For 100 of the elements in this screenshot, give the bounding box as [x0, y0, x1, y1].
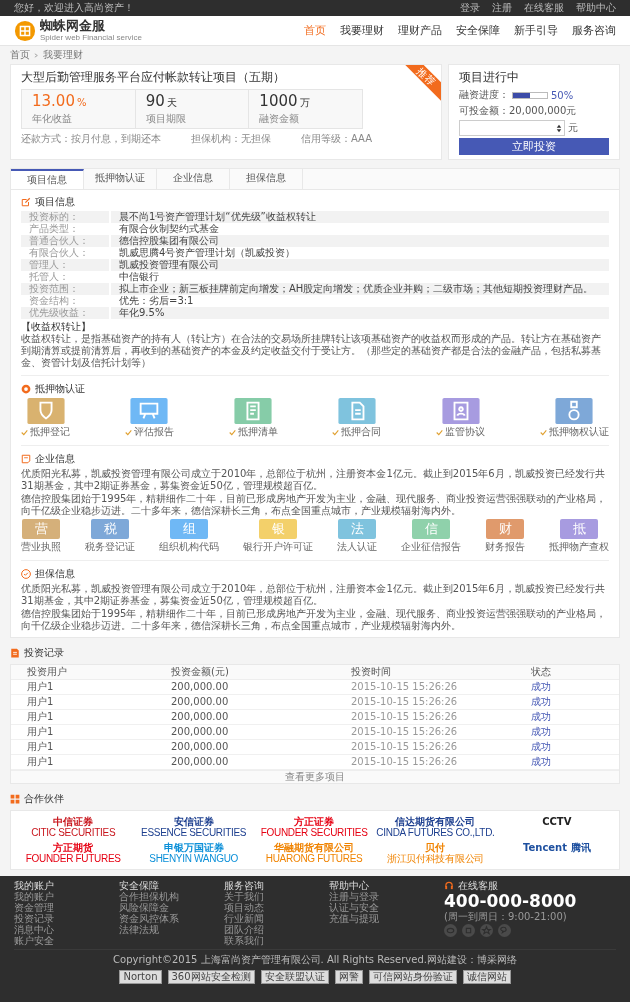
pledge-label: 抵押物权认证 — [549, 425, 609, 439]
project-meta: 信用等级：AAA — [301, 132, 373, 146]
table-cell-text: 2015-10-15 15:26:26 — [351, 725, 459, 739]
footer-link[interactable]: 认证与安全 — [329, 902, 424, 913]
tab[interactable]: 企业信息 — [157, 169, 230, 189]
pledge-label: 抵押合同 — [341, 425, 382, 439]
nav-item[interactable]: 新手引导 — [514, 23, 558, 38]
table-cell-text: 2015-10-15 15:26:26 — [351, 680, 459, 694]
footer-link[interactable]: 关于我们 — [224, 891, 319, 902]
invest-button[interactable]: 立即投资 — [459, 138, 609, 155]
footer-link[interactable]: 团队介绍 — [224, 924, 319, 935]
info-value: 晨不尚1号资产管理计划“优先级”收益权转让 — [118, 211, 317, 223]
top-link[interactable]: 注册 — [492, 1, 512, 15]
table-cell-text: 2015-10-15 15:26:26 — [351, 710, 459, 724]
info-value: 有限合伙制契约式基金 — [118, 223, 220, 235]
spinner-icon[interactable] — [556, 122, 562, 134]
status-link[interactable]: 成功 — [531, 680, 603, 694]
logo-name[interactable]: 蜘蛛网金服 — [40, 19, 142, 33]
footer-link[interactable]: 资金风控体系 — [119, 913, 214, 924]
project-title: 大型后勤管理服务平台应付帐款转让项目（五期） — [21, 69, 285, 86]
footer-link[interactable]: 合作担保机构 — [119, 891, 214, 902]
status-link[interactable]: 成功 — [531, 755, 603, 769]
license-tile: 信 — [412, 519, 450, 539]
footer-link[interactable]: 投资记录 — [14, 913, 109, 924]
footer-heading: 服务咨询 — [224, 880, 265, 891]
info-value: 德信控股集团有限公司 — [118, 235, 220, 247]
top-link[interactable]: 在线客服 — [524, 1, 564, 15]
top-link[interactable]: 登录 — [460, 1, 480, 15]
footer-link[interactable]: 账户安全 — [14, 935, 109, 946]
column-header: 投资时间 — [351, 665, 392, 679]
footer-link[interactable]: 充值与提现 — [329, 913, 424, 924]
footer-link[interactable]: 法律法规 — [119, 924, 214, 935]
phone-number: 400-000-8000 — [444, 891, 578, 911]
breadcrumb-link[interactable]: 我要理财 — [43, 48, 83, 62]
footer-link[interactable]: 项目动态 — [224, 902, 319, 913]
license-label: 抵押物产查权 — [549, 540, 609, 554]
footer-heading: 帮助中心 — [329, 880, 370, 891]
trust-badge[interactable]: 360网站安全检测 — [167, 970, 255, 984]
table-cell-text: 2015-10-15 15:26:26 — [351, 695, 459, 709]
partner-logo[interactable]: 安信证券 ESSENCE SECURITIES — [135, 816, 252, 838]
trust-badge[interactable]: 可信网站身份验证 — [368, 970, 457, 984]
partner-logo[interactable]: 中信证券 CITIC SECURITIES — [15, 816, 132, 838]
trust-badge[interactable]: Norton — [119, 970, 162, 984]
footer-link[interactable]: 风险保障金 — [119, 902, 214, 913]
section-title: 企业信息 — [35, 452, 75, 466]
stat-label: 融资金额 — [259, 112, 301, 126]
info-label: 优先级收益： — [21, 307, 111, 319]
social-icon[interactable] — [480, 924, 493, 937]
footer-link[interactable]: 消息中心 — [14, 924, 109, 935]
trust-badge[interactable]: 诚信网站 — [462, 970, 511, 984]
table-cell-text: 200,000.00 — [171, 725, 230, 739]
partner-logo[interactable]: 方正期货 FOUNDER FUTURES — [15, 842, 132, 864]
footer-link[interactable]: 我的账户 — [14, 891, 109, 902]
license-tile: 组 — [170, 519, 208, 539]
check-icon — [21, 428, 28, 436]
breadcrumb-link[interactable]: 首页 — [10, 48, 30, 62]
progress-label: 融资进度： — [459, 88, 509, 102]
guarantee-paragraph: 优质阳光私募，凯威投资管理有限公司成立于2010年，总部位于杭州，注册资本金1亿元。截止到2015年6月，凯威投资已经发行共31期基金，其中2期证券基金，募集资金近50亿，管理规模超百亿。 — [21, 583, 606, 607]
table-cell-text: 200,000.00 — [171, 695, 230, 709]
license-tile: 银 — [259, 519, 297, 539]
status-link[interactable]: 成功 — [531, 725, 603, 739]
info-label: 普通合伙人： — [21, 235, 111, 247]
social-icon[interactable] — [498, 924, 511, 937]
logo-icon[interactable] — [14, 19, 36, 42]
nav-item[interactable]: 我要理财 — [340, 23, 384, 38]
partner-logo[interactable]: 方正证券 FOUNDER SECURITIES — [255, 816, 373, 838]
status-link[interactable]: 成功 — [531, 695, 603, 709]
nav-item[interactable]: 安全保障 — [456, 23, 500, 38]
footer-link[interactable]: 行业新闻 — [224, 913, 319, 924]
tab[interactable]: 抵押物认证 — [84, 169, 157, 189]
tab[interactable]: 担保信息 — [230, 169, 303, 189]
amount-input[interactable] — [459, 120, 565, 136]
grid-icon — [10, 794, 20, 804]
partner-logo[interactable]: 申银万国证券 SHENYIN WANGUO — [135, 842, 252, 864]
status-link[interactable]: 成功 — [531, 710, 603, 724]
info-value: 年化9.5% — [118, 307, 166, 319]
partner-logo[interactable]: Tencent 腾讯 — [498, 842, 615, 864]
footer-link[interactable]: 联系我们 — [224, 935, 319, 946]
nav-item[interactable]: 服务咨询 — [572, 23, 616, 38]
info-label: 投资范围： — [21, 283, 111, 295]
trust-badge[interactable]: 安全联盟认证 — [260, 970, 329, 984]
partner-logo[interactable]: CCTV — [498, 816, 615, 838]
table-cell-text: 用户1 — [27, 740, 55, 754]
check-icon — [124, 428, 132, 436]
note-title: 【收益权转让】 — [21, 321, 92, 333]
partner-logo[interactable]: 信达期货有限公司 CINDA FUTURES CO.,LTD. — [376, 816, 495, 838]
footer-link[interactable]: 资金管理 — [14, 902, 109, 913]
trust-badge[interactable]: 网警 — [334, 970, 363, 984]
progress-reading: 50% — [551, 89, 574, 101]
tab[interactable]: 项目信息 — [11, 169, 84, 189]
status-link[interactable]: 成功 — [531, 740, 603, 754]
table-cell-text: 200,000.00 — [171, 755, 230, 769]
footer-link[interactable]: 注册与登录 — [329, 891, 424, 902]
copyright-text: Copyright©2015 上海富尚资产管理有限公司. All Rights Reserved.网站建设：博采网络 — [112, 953, 518, 967]
nav-item[interactable]: 理财产品 — [398, 23, 442, 38]
social-icon[interactable] — [462, 924, 475, 937]
social-icon[interactable] — [444, 924, 457, 937]
top-link[interactable]: 帮助中心 — [576, 1, 616, 15]
table-cell-text: 用户1 — [27, 725, 55, 739]
more-link[interactable]: 查看更多项目 — [11, 770, 619, 783]
